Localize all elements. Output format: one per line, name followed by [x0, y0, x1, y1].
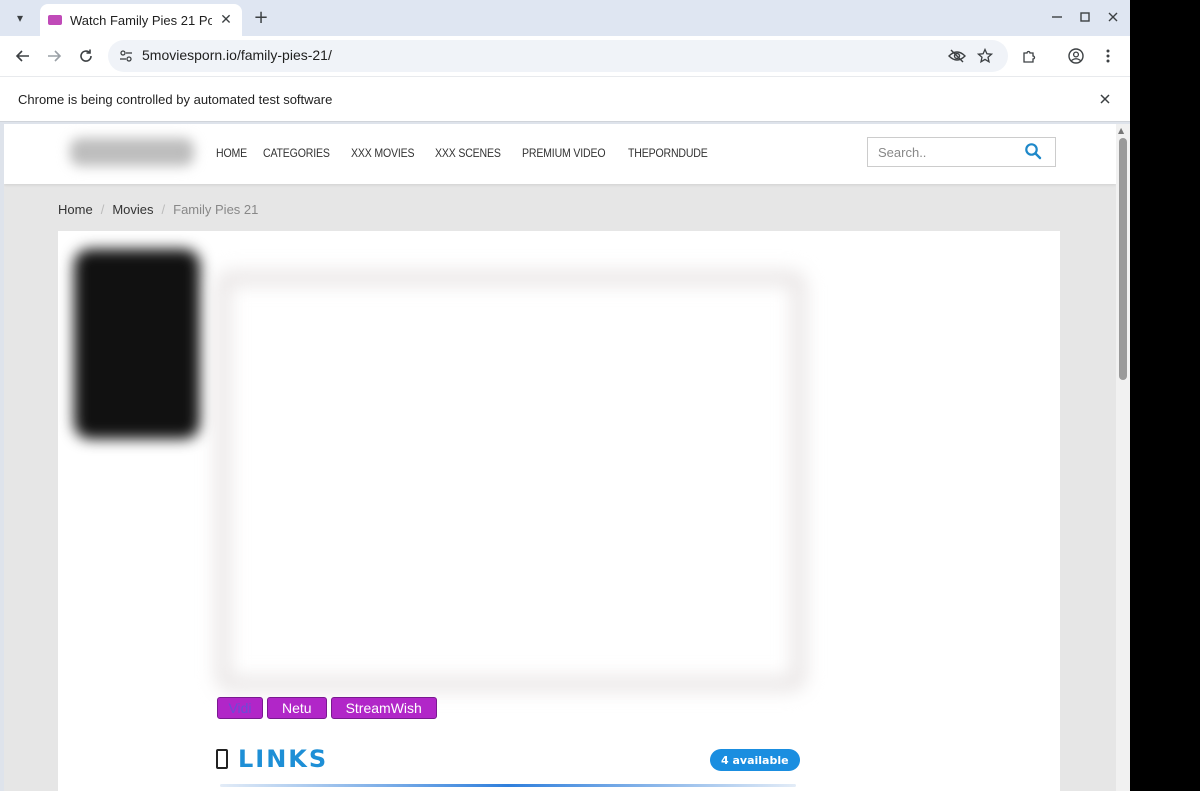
nav-xxx-scenes[interactable]: XXX SCENES	[435, 146, 501, 160]
site-header: HOME CATEGORIES XXX MOVIES XXX SCENES PR…	[4, 124, 1116, 184]
nav-premium-video[interactable]: PREMIUM VIDEO	[522, 146, 606, 160]
minimize-icon[interactable]	[1044, 6, 1070, 28]
tab-search-chevron-icon[interactable]: ▾	[8, 6, 32, 30]
eye-off-icon[interactable]	[948, 47, 966, 65]
nav-categories[interactable]: CATEGORIES	[263, 146, 330, 160]
breadcrumb-separator: /	[100, 202, 105, 217]
bookmark-star-icon[interactable]	[976, 47, 994, 65]
server-button-netu[interactable]: Netu	[267, 697, 327, 719]
links-title: LINKS	[238, 745, 329, 773]
extensions-puzzle-icon[interactable]	[1016, 43, 1042, 69]
page-viewport: HOME CATEGORIES XXX MOVIES XXX SCENES PR…	[4, 124, 1130, 791]
links-box-icon	[216, 749, 228, 769]
nav-home[interactable]: HOME	[216, 146, 247, 160]
nav-theporndude[interactable]: THEPORNDUDE	[628, 146, 708, 160]
nav-xxx-movies[interactable]: XXX MOVIES	[351, 146, 415, 160]
search-input[interactable]	[868, 138, 1018, 166]
page-scrollbar[interactable]: ▲	[1116, 124, 1130, 791]
infobar-close-icon[interactable]	[1096, 90, 1114, 108]
video-player[interactable]	[216, 271, 806, 691]
maximize-icon[interactable]	[1072, 6, 1098, 28]
breadcrumb-separator: /	[161, 202, 166, 217]
browser-tab[interactable]: Watch Family Pies 21 Por ✕	[40, 4, 242, 36]
movie-content-card: Vidi Netu StreamWish LINKS 4 available	[58, 231, 1060, 791]
search-box	[867, 137, 1056, 167]
tab-title: Watch Family Pies 21 Por	[70, 12, 212, 28]
breadcrumb-current: Family Pies 21	[173, 202, 259, 217]
browser-toolbar: 5moviesporn.io/family-pies-21/	[0, 36, 1130, 76]
tab-close-icon[interactable]: ✕	[218, 12, 234, 28]
profile-avatar-icon[interactable]	[1063, 43, 1089, 69]
automation-infobar: Chrome is being controlled by automated …	[0, 76, 1130, 122]
window-close-icon[interactable]	[1100, 6, 1126, 28]
site-info-tune-icon[interactable]	[118, 48, 134, 64]
server-button-vidi[interactable]: Vidi	[217, 697, 263, 719]
more-vert-icon[interactable]	[1095, 43, 1121, 69]
breadcrumb: Home / Movies / Family Pies 21	[58, 202, 258, 217]
url-text: 5moviesporn.io/family-pies-21/	[142, 47, 332, 63]
site-favicon-icon	[48, 15, 62, 25]
server-tabs: Vidi Netu StreamWish	[217, 697, 437, 719]
server-button-streamwish[interactable]: StreamWish	[330, 697, 437, 719]
address-bar[interactable]: 5moviesporn.io/family-pies-21/	[108, 40, 1008, 72]
scroll-up-arrow-icon[interactable]: ▲	[1118, 126, 1124, 135]
breadcrumb-movies[interactable]: Movies	[112, 202, 153, 217]
reload-icon[interactable]	[73, 43, 99, 69]
tab-strip: ▾ Watch Family Pies 21 Por ✕ +	[0, 0, 1130, 36]
forward-arrow-icon[interactable]	[41, 43, 67, 69]
breadcrumb-home[interactable]: Home	[58, 202, 93, 217]
links-divider	[220, 784, 796, 787]
movie-poster	[74, 249, 200, 439]
infobar-message: Chrome is being controlled by automated …	[18, 92, 333, 107]
available-count-badge: 4 available	[710, 749, 800, 771]
site-logo[interactable]	[70, 138, 194, 166]
links-heading: LINKS	[216, 745, 328, 773]
browser-window: ▾ Watch Family Pies 21 Por ✕ + 5moviespo…	[0, 0, 1130, 791]
desktop-background	[1130, 0, 1200, 791]
scrollbar-thumb[interactable]	[1119, 138, 1127, 380]
back-arrow-icon[interactable]	[10, 43, 36, 69]
new-tab-plus-icon[interactable]: +	[250, 6, 272, 28]
main-nav: HOME CATEGORIES XXX MOVIES XXX SCENES PR…	[216, 146, 719, 160]
search-icon[interactable]	[1024, 142, 1046, 162]
